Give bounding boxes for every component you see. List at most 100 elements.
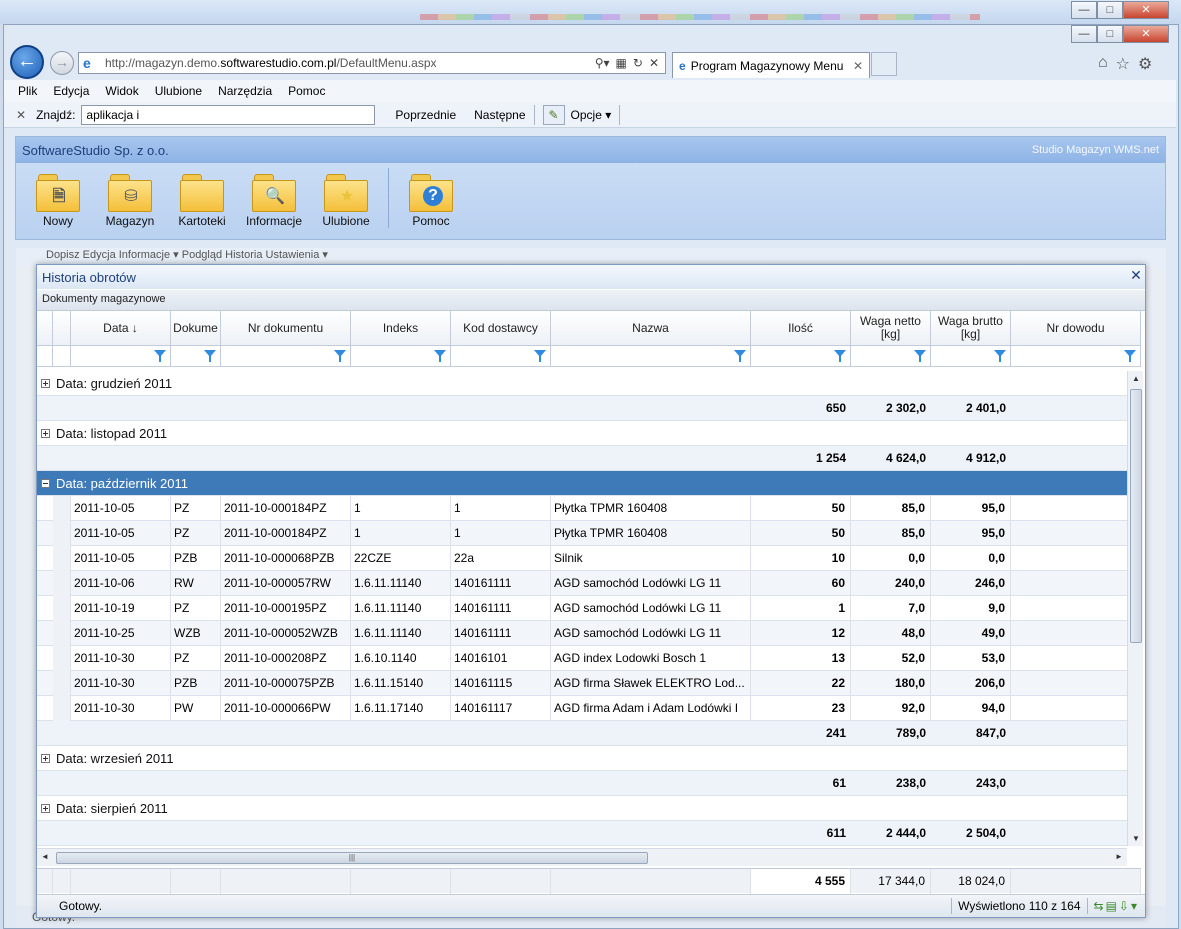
maximize-icon[interactable]: □	[1097, 1, 1123, 19]
filter-cell[interactable]	[751, 346, 851, 366]
grid-body: Data: grudzień 2011 650 2 302,0 2 401,0 Data…	[37, 371, 1127, 846]
search-icon[interactable]: ⚲▾	[595, 56, 610, 70]
forward-button[interactable]: →	[50, 51, 74, 75]
filter-icon[interactable]	[534, 350, 546, 362]
ribbon-button-ulubione[interactable]: ★ Ulubione	[310, 164, 382, 228]
filter-cell[interactable]	[221, 346, 351, 366]
filter-cell[interactable]	[171, 346, 221, 366]
browser-tab[interactable]: e Program Magazynowy Menu ✕	[672, 52, 870, 78]
cell-index: 1.6.11.17140	[351, 696, 451, 721]
vertical-scrollbar[interactable]: ▲ ▼	[1127, 371, 1143, 846]
menu-narzedzia[interactable]: Narzędzia	[218, 84, 272, 98]
table-row[interactable]: 2011-10-06 RW 2011-10-000057RW 1.6.11.11140…	[37, 571, 1127, 596]
group-row[interactable]: Data: październik 2011	[37, 471, 1127, 496]
column-header[interactable]: Indeks	[351, 311, 451, 345]
find-next-button[interactable]: Następne	[474, 108, 525, 122]
expand-icon[interactable]	[41, 379, 50, 388]
refresh-icon[interactable]: ↻	[633, 56, 643, 70]
table-row[interactable]: 2011-10-05 PZ 2011-10-000184PZ 1 1 Płytka TPM…	[37, 521, 1127, 546]
scroll-down-icon[interactable]: ▼	[1132, 834, 1140, 843]
column-header[interactable]: Waga netto [kg]	[851, 311, 931, 345]
ribbon-button-magazyn[interactable]: ⛁ Magazyn	[94, 164, 166, 228]
pencil-icon[interactable]: ✎	[542, 104, 565, 125]
table-row[interactable]: 2011-10-30 PZ 2011-10-000208PZ 1.6.10.1140 1…	[37, 646, 1127, 671]
filter-icon[interactable]	[154, 350, 166, 362]
menu-ulubione[interactable]: Ulubione	[155, 84, 202, 98]
filter-icon[interactable]	[334, 350, 346, 362]
filter-cell[interactable]	[551, 346, 751, 366]
close-tab-icon[interactable]: ✕	[853, 59, 863, 73]
filter-icon[interactable]	[204, 350, 216, 362]
ribbon-button-pomoc[interactable]: ? Pomoc	[395, 164, 467, 228]
close-icon[interactable]: ✕	[1123, 25, 1169, 43]
filter-icon[interactable]	[1124, 350, 1136, 362]
column-header[interactable]: Dokume	[171, 311, 221, 345]
find-previous-button[interactable]: Poprzednie	[395, 108, 456, 122]
filter-icon[interactable]	[914, 350, 926, 362]
back-button[interactable]: ←	[10, 45, 44, 79]
table-row[interactable]: 2011-10-05 PZ 2011-10-000184PZ 1 1 Płytka TPM…	[37, 496, 1127, 521]
column-header[interactable]: Ilość	[751, 311, 851, 345]
filter-cell[interactable]	[1011, 346, 1141, 366]
column-header[interactable]: Kod dostawcy	[451, 311, 551, 345]
cell-doc: 2011-10-000184PZ	[221, 521, 351, 546]
stop-icon[interactable]: ✕	[649, 56, 659, 70]
menu-widok[interactable]: Widok	[105, 84, 138, 98]
table-row[interactable]: 2011-10-25 WZB 2011-10-000052WZB 1.6.11.111…	[37, 621, 1127, 646]
minimize-icon[interactable]: —	[1071, 1, 1097, 19]
close-icon[interactable]: ✕	[1123, 1, 1169, 19]
filter-icon[interactable]	[834, 350, 846, 362]
scroll-thumb[interactable]	[1130, 389, 1142, 643]
table-row[interactable]: 2011-10-19 PZ 2011-10-000195PZ 1.6.11.11140…	[37, 596, 1127, 621]
address-bar[interactable]: e http://magazyn.demo.softwarestudio.com…	[78, 52, 666, 74]
table-row[interactable]: 2011-10-30 PW 2011-10-000066PW 1.6.11.17140…	[37, 696, 1127, 721]
horizontal-scrollbar[interactable]: ◄ ||| ►	[37, 848, 1127, 866]
filter-cell[interactable]	[931, 346, 1011, 366]
refresh-export-icons[interactable]: ⇆▤⇩▾	[1094, 899, 1139, 913]
filter-icon[interactable]	[434, 350, 446, 362]
close-find-icon[interactable]: ✕	[16, 108, 26, 122]
scroll-up-icon[interactable]: ▲	[1132, 374, 1140, 383]
star-icon[interactable]: ☆	[1116, 54, 1130, 74]
maximize-icon[interactable]: □	[1097, 25, 1123, 43]
home-icon[interactable]: ⌂	[1098, 54, 1108, 74]
table-row[interactable]: 2011-10-05 PZB 2011-10-000068PZB 22CZE 22a Si…	[37, 546, 1127, 571]
find-input[interactable]	[81, 104, 376, 125]
group-row[interactable]: Data: grudzień 2011	[37, 371, 1127, 396]
filter-cell[interactable]	[451, 346, 551, 366]
group-row[interactable]: Data: listopad 2011	[37, 421, 1127, 446]
column-header[interactable]: Nazwa	[551, 311, 751, 345]
column-header[interactable]: Waga brutto [kg]	[931, 311, 1011, 345]
ribbon-button-kartoteki[interactable]: Kartoteki	[166, 164, 238, 228]
group-row[interactable]: Data: wrzesień 2011	[37, 746, 1127, 771]
expand-icon[interactable]	[41, 429, 50, 438]
new-tab-button[interactable]	[871, 52, 897, 76]
expand-icon[interactable]	[41, 804, 50, 813]
dialog-close-icon[interactable]: ✕	[1128, 267, 1144, 285]
scroll-left-icon[interactable]: ◄	[41, 852, 49, 861]
table-row[interactable]: 2011-10-30 PZB 2011-10-000075PZB 1.6.11.151…	[37, 671, 1127, 696]
collapse-icon[interactable]	[41, 479, 50, 488]
ribbon-button-nowy[interactable]: 🗎 Nowy	[22, 164, 94, 228]
column-header[interactable]: Data ↓	[71, 311, 171, 345]
filter-icon[interactable]	[994, 350, 1006, 362]
cell-date: 2011-10-30	[71, 646, 171, 671]
scroll-thumb[interactable]: |||	[56, 852, 648, 864]
menu-edycja[interactable]: Edycja	[53, 84, 89, 98]
column-header[interactable]: Nr dokumentu	[221, 311, 351, 345]
filter-cell[interactable]	[851, 346, 931, 366]
compat-view-icon[interactable]: ▦	[616, 56, 627, 70]
filter-cell[interactable]	[351, 346, 451, 366]
minimize-icon[interactable]: —	[1071, 25, 1097, 43]
menu-pomoc[interactable]: Pomoc	[288, 84, 325, 98]
scroll-right-icon[interactable]: ►	[1115, 852, 1123, 861]
column-header[interactable]: Nr dowodu	[1011, 311, 1141, 345]
filter-cell[interactable]	[71, 346, 171, 366]
filter-icon[interactable]	[734, 350, 746, 362]
menu-plik[interactable]: Plik	[18, 84, 37, 98]
find-options-button[interactable]: Opcje ▾	[571, 108, 612, 122]
gear-icon[interactable]: ⚙	[1138, 54, 1152, 74]
group-row[interactable]: Data: sierpień 2011	[37, 796, 1127, 821]
ribbon-button-informacje[interactable]: 🔍 Informacje	[238, 164, 310, 228]
expand-icon[interactable]	[41, 754, 50, 763]
